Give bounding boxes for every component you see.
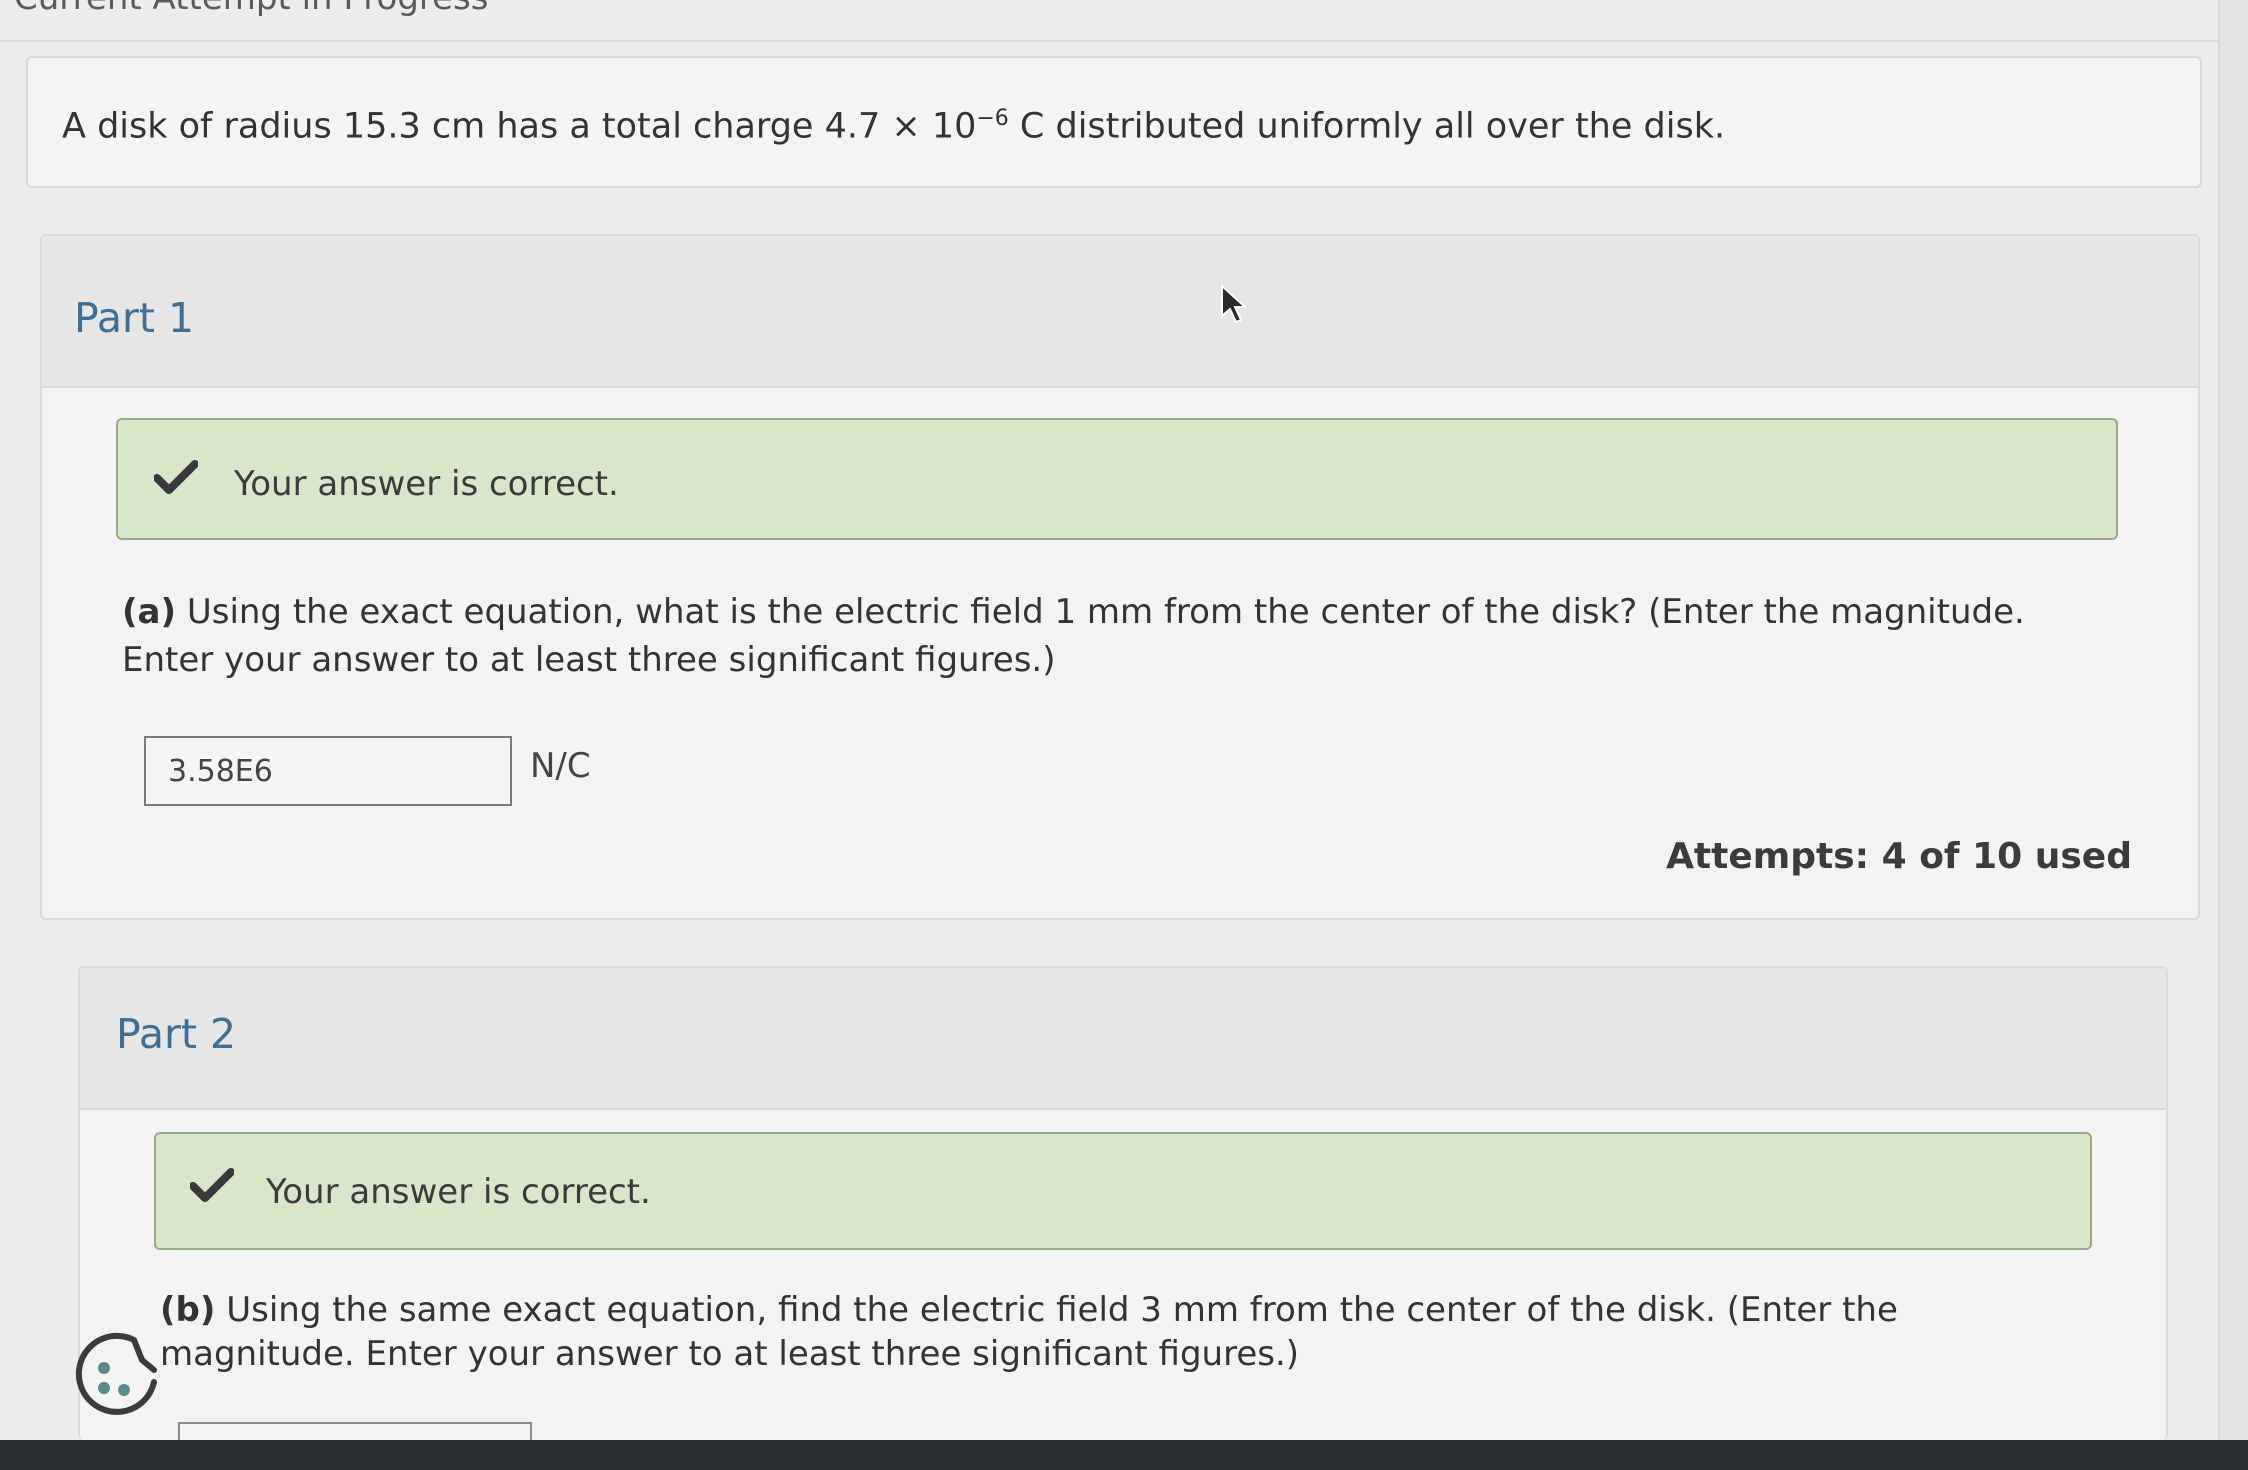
part-1-prompt: (a) Using the exact equation, what is th… (122, 588, 2102, 684)
part-1-prompt-label: (a) (122, 592, 177, 632)
header-divider (0, 40, 2218, 42)
part-2-success-banner: Your answer is correct. (154, 1132, 2092, 1250)
part-1-prompt-text: Using the exact equation, what is the el… (122, 592, 2025, 680)
part-2-title: Part 2 (116, 1010, 237, 1058)
check-icon (190, 1168, 234, 1202)
part-1-success-banner: Your answer is correct. (116, 418, 2118, 540)
page-header-title: Current Attempt in Progress (14, 0, 489, 18)
part-1-card: Part 1 (40, 234, 2200, 920)
part-2-prompt-text: Using the same exact equation, find the … (160, 1290, 1898, 1374)
right-scroll-edge[interactable] (2218, 0, 2248, 1440)
part-2-feedback-text: Your answer is correct. (266, 1172, 651, 1212)
cursor-icon (1221, 284, 1248, 324)
question-text: A disk of radius 15.3 cm has a total cha… (62, 106, 1725, 147)
help-icon[interactable] (74, 1330, 160, 1416)
part-1-answer-input[interactable] (144, 736, 512, 806)
part-1-feedback-text: Your answer is correct. (234, 464, 619, 504)
part-1-header[interactable]: Part 1 (42, 236, 2198, 388)
question-box: A disk of radius 15.3 cm has a total cha… (26, 56, 2202, 188)
part-2-header[interactable]: Part 2 (80, 968, 2166, 1110)
part-2-prompt: (b) Using the same exact equation, find … (160, 1288, 2040, 1376)
part-2-prompt-label: (b) (160, 1290, 216, 1330)
question-exponent: −6 (976, 106, 1009, 131)
question-text-before: A disk of radius 15.3 cm has a total cha… (62, 106, 977, 147)
question-text-after: C distributed uniformly all over the dis… (1008, 106, 1726, 147)
part-1-unit-label: N/C (530, 746, 591, 786)
check-icon (154, 460, 198, 494)
screen: Current Attempt in Progress A disk of ra… (0, 0, 2248, 1452)
part-1-title: Part 1 (74, 294, 195, 342)
part-1-attempts-count: Attempts: 4 of 10 used (1666, 836, 2132, 877)
screen-bezel (0, 1440, 2248, 1470)
